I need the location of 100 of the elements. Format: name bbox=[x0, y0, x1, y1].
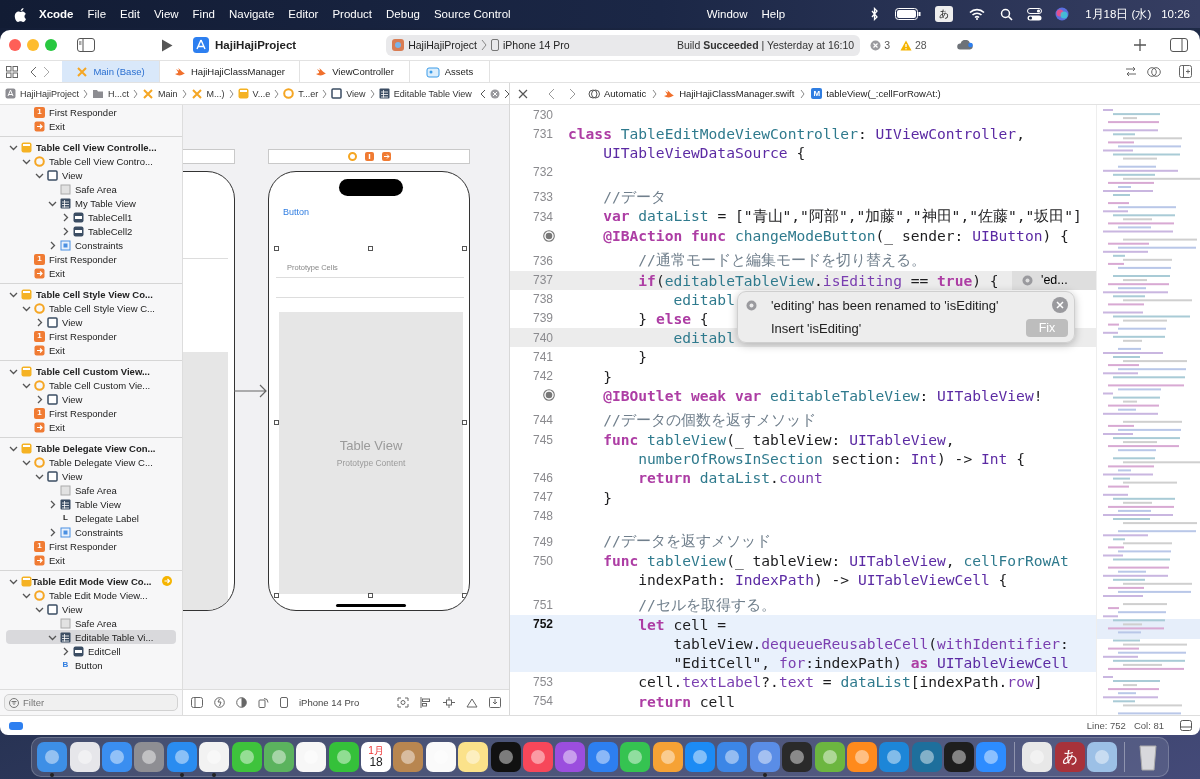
resize-handle[interactable] bbox=[461, 419, 467, 425]
breadcrumb[interactable]: HajiHajiClassManager.swift bbox=[663, 87, 795, 100]
fix-it-suggestion[interactable]: Insert 'isEditing' bbox=[771, 320, 862, 336]
editor-tab[interactable]: ViewController bbox=[300, 61, 410, 82]
overlapping-circles-icon[interactable] bbox=[1147, 65, 1161, 78]
app-icon[interactable] bbox=[37, 742, 68, 772]
app-icon[interactable] bbox=[425, 742, 456, 772]
app-icon[interactable] bbox=[587, 742, 618, 772]
close-icon[interactable] bbox=[518, 88, 528, 99]
app-icon[interactable] bbox=[782, 742, 813, 772]
app-icon[interactable] bbox=[101, 742, 132, 772]
outline-item[interactable]: Table Edit Mode View... bbox=[6, 588, 176, 602]
grid-icon[interactable] bbox=[6, 65, 18, 78]
issue-badge[interactable]: 'ed... bbox=[1012, 270, 1096, 290]
add-editor-icon[interactable] bbox=[1179, 65, 1192, 78]
app-icon[interactable] bbox=[263, 742, 294, 772]
breadcrumb[interactable]: V...e bbox=[237, 88, 271, 99]
forward-icon[interactable] bbox=[503, 88, 509, 99]
outline-item[interactable]: 1 First Responder bbox=[6, 539, 176, 553]
cloud-icon[interactable] bbox=[956, 40, 974, 50]
outline-item[interactable]: 1 First Responder bbox=[6, 105, 176, 119]
breadcrumb[interactable]: H...ct bbox=[92, 88, 130, 99]
sidebar-toggle-icon[interactable] bbox=[77, 38, 95, 52]
outline-item[interactable]: My Table View bbox=[6, 196, 176, 210]
resize-handle[interactable] bbox=[367, 245, 373, 251]
scene-outline-item[interactable]: Table Cell Style View Co... bbox=[6, 287, 176, 301]
play-icon[interactable] bbox=[161, 38, 173, 52]
app-icon[interactable] bbox=[555, 742, 586, 772]
outline-item[interactable]: Editable Table Vi... bbox=[6, 630, 176, 644]
outline-item[interactable]: View bbox=[6, 168, 176, 182]
app-icon[interactable] bbox=[879, 742, 910, 772]
rotate-icon[interactable] bbox=[258, 697, 269, 708]
input-source-indicator[interactable]: あ bbox=[935, 6, 954, 22]
zoom-fit-icon[interactable] bbox=[397, 697, 409, 708]
outline-item[interactable]: EditCell bbox=[6, 644, 176, 658]
outline-item[interactable]: Exit bbox=[6, 420, 176, 434]
calendar-app-icon[interactable]: 1月 18 bbox=[361, 742, 392, 772]
outline-item[interactable]: TableCell1 bbox=[6, 210, 176, 224]
editor-tab[interactable]: Assets bbox=[410, 61, 490, 82]
app-menu[interactable]: Xcode bbox=[27, 8, 81, 20]
breadcrumb[interactable]: Editable Table View bbox=[378, 88, 472, 99]
menu-item[interactable]: Editor bbox=[281, 8, 326, 20]
outline-item[interactable]: Safe Area bbox=[6, 182, 176, 196]
app-icon[interactable]: あ bbox=[1054, 742, 1085, 772]
breadcrumb[interactable]: M...) bbox=[190, 87, 225, 100]
breadcrumb[interactable]: M tableView(_:cellForRowAt:) bbox=[811, 88, 941, 99]
breadcrumb[interactable]: HajiHajiProject bbox=[5, 88, 80, 99]
colorful-orb-icon[interactable] bbox=[1055, 7, 1070, 21]
menu-item[interactable]: Help bbox=[754, 8, 793, 20]
app-icon[interactable] bbox=[296, 742, 327, 772]
button-label[interactable]: Button bbox=[283, 207, 310, 217]
app-icon[interactable] bbox=[199, 742, 230, 772]
outline-item[interactable]: Safe Area bbox=[6, 616, 176, 630]
search-icon[interactable] bbox=[1000, 7, 1014, 21]
scene-outline-item[interactable]: Table Cell Custom View... bbox=[6, 364, 176, 378]
panel-toggle-icon[interactable] bbox=[191, 697, 203, 708]
menu-item[interactable]: Debug bbox=[379, 8, 427, 20]
inspector-toggle-icon[interactable] bbox=[1170, 38, 1188, 52]
app-icon[interactable] bbox=[393, 742, 424, 772]
debug-area-icon[interactable] bbox=[9, 721, 23, 730]
outline-item[interactable]: View bbox=[6, 469, 176, 483]
editor-tab[interactable]: HajiHajiClassManager bbox=[160, 61, 300, 82]
app-icon[interactable] bbox=[976, 742, 1007, 772]
resolve-icon[interactable] bbox=[466, 697, 478, 708]
app-icon[interactable] bbox=[814, 742, 845, 772]
device-selector[interactable]: iPhone 14 Pro bbox=[299, 697, 360, 708]
embed-icon[interactable] bbox=[489, 697, 501, 708]
breadcrumb[interactable]: Automatic bbox=[588, 87, 647, 100]
resize-handle[interactable] bbox=[461, 245, 467, 251]
back-icon[interactable] bbox=[30, 65, 37, 78]
app-icon[interactable] bbox=[134, 742, 165, 772]
outline-item[interactable]: Table Cell Custom Vie... bbox=[6, 378, 176, 392]
editor-tab[interactable]: Main (Base) bbox=[62, 61, 160, 82]
menu-item[interactable]: Window bbox=[699, 8, 755, 20]
swap-arrows-icon[interactable] bbox=[1125, 66, 1137, 77]
toggle-switches-icon[interactable] bbox=[1027, 7, 1043, 21]
outline-item[interactable]: View bbox=[6, 315, 176, 329]
responder-icon[interactable] bbox=[364, 152, 374, 161]
align-icon[interactable] bbox=[420, 697, 432, 708]
appearance-icon[interactable] bbox=[214, 697, 225, 708]
outline-item[interactable]: View bbox=[6, 602, 176, 616]
outline-item[interactable]: Exit bbox=[6, 266, 176, 280]
menu-item[interactable]: File bbox=[80, 8, 114, 20]
app-icon[interactable] bbox=[1022, 742, 1053, 772]
breadcrumb[interactable]: View bbox=[331, 88, 366, 99]
app-icon[interactable] bbox=[652, 742, 683, 772]
app-icon[interactable] bbox=[523, 742, 553, 772]
segue-arrow[interactable] bbox=[234, 384, 268, 398]
outline-item[interactable]: 1 First Responder bbox=[6, 252, 176, 266]
half-circle-icon[interactable] bbox=[236, 697, 247, 708]
outlet-connection-icon[interactable] bbox=[543, 389, 555, 402]
panel-toggle-icon[interactable] bbox=[1180, 720, 1192, 731]
scene-outline-item[interactable]: Table Cell View Controlle... bbox=[6, 140, 176, 154]
resize-handle[interactable] bbox=[273, 592, 279, 598]
outline-item[interactable]: Constraints bbox=[6, 525, 176, 539]
outline-item[interactable]: B Button bbox=[6, 658, 176, 672]
outline-item[interactable]: 1 First Responder bbox=[6, 406, 176, 420]
menu-item[interactable]: Find bbox=[185, 8, 222, 20]
outline-item[interactable]: L Delegate Label bbox=[6, 511, 176, 525]
pin-icon[interactable] bbox=[443, 697, 455, 708]
